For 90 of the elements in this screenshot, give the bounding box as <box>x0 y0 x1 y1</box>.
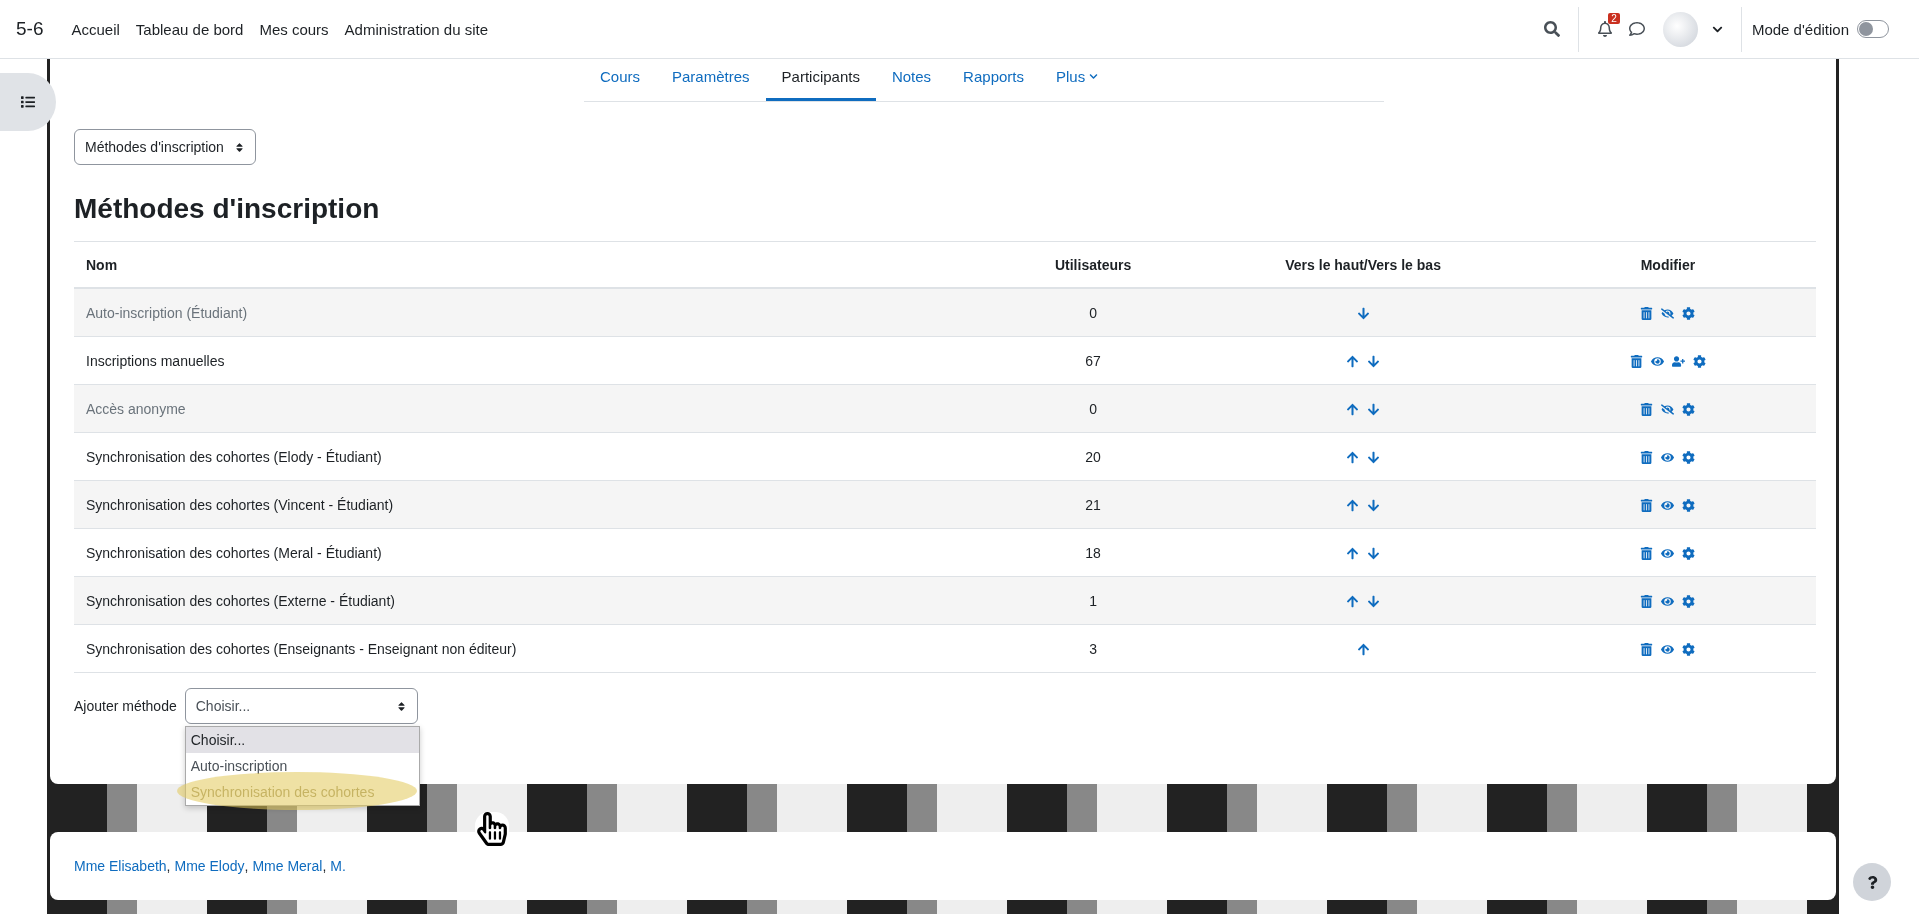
add-method-label: Ajouter méthode <box>74 698 177 714</box>
question-mark-icon <box>1865 875 1879 889</box>
user-count: 67 <box>979 336 1207 385</box>
arrow-up-icon[interactable] <box>1346 595 1360 609</box>
sort-caret-icon <box>395 700 407 712</box>
arrow-up-icon[interactable] <box>1346 355 1360 369</box>
comma-separator: , <box>244 858 249 874</box>
help-button[interactable] <box>1853 863 1891 901</box>
page-title: Méthodes d'inscription <box>74 193 381 225</box>
search-icon[interactable] <box>1543 21 1560 37</box>
settings-icon[interactable] <box>1682 595 1696 609</box>
nav-tab[interactable]: Paramètres <box>656 59 766 101</box>
settings-icon[interactable] <box>1682 451 1696 465</box>
list-icon <box>21 95 35 109</box>
nav-link[interactable]: Mes cours <box>259 20 329 38</box>
method-name: Auto-inscription (Étudiant) <box>74 288 980 337</box>
user-count: 1 <box>979 576 1207 625</box>
user-count: 18 <box>979 528 1207 577</box>
method-name: Synchronisation des cohortes (Elody - Étudiant) <box>74 432 980 481</box>
user-count: 0 <box>979 384 1207 433</box>
arrow-up-icon[interactable] <box>1346 499 1360 513</box>
user-count: 21 <box>979 480 1207 529</box>
eye-icon[interactable] <box>1661 595 1675 609</box>
teacher-link[interactable]: M. <box>330 858 346 874</box>
nav-link[interactable]: Accueil <box>71 20 120 38</box>
bell-icon[interactable] <box>1596 21 1613 37</box>
dropdown-option[interactable]: Auto-inscription <box>185 753 419 779</box>
method-name: Inscriptions manuelles <box>74 336 980 385</box>
trash-icon[interactable] <box>1640 499 1654 513</box>
user-count: 20 <box>979 432 1207 481</box>
trash-icon[interactable] <box>1640 547 1654 561</box>
eye-slash-icon[interactable] <box>1661 307 1675 321</box>
nav-tab[interactable]: Notes <box>875 59 948 101</box>
eye-slash-icon[interactable] <box>1661 403 1675 417</box>
comma-separator: , <box>322 858 327 874</box>
arrow-down-icon[interactable] <box>1367 451 1381 465</box>
trash-icon[interactable] <box>1640 643 1654 657</box>
arrow-down-icon[interactable] <box>1367 547 1381 561</box>
nav-link[interactable]: Tableau de bord <box>135 20 244 38</box>
edit-mode-switch[interactable] <box>1857 20 1889 38</box>
eye-icon[interactable] <box>1661 643 1675 657</box>
arrow-down-icon[interactable] <box>1367 499 1381 513</box>
trash-icon[interactable] <box>1629 355 1643 369</box>
eye-icon[interactable] <box>1661 547 1675 561</box>
nav-tab[interactable]: Cours <box>584 59 656 101</box>
settings-icon[interactable] <box>1682 499 1696 513</box>
nav-link[interactable]: Administration du site <box>344 20 488 38</box>
arrow-up-icon[interactable] <box>1356 643 1370 657</box>
method-name: Synchronisation des cohortes (Externe - Étudiant) <box>74 576 980 625</box>
nav-tab[interactable]: Rapports <box>947 59 1040 101</box>
drawer-toggle-button[interactable] <box>0 73 56 131</box>
user-count: 3 <box>979 624 1207 673</box>
teacher-link[interactable]: Mme Elisabeth <box>74 858 167 874</box>
method-name: Synchronisation des cohortes (Vincent - Étudiant) <box>74 480 980 529</box>
user-plus-icon[interactable] <box>1671 355 1685 369</box>
arrow-up-icon[interactable] <box>1346 547 1360 561</box>
method-name: Accès anonyme <box>74 384 980 433</box>
settings-icon[interactable] <box>1682 307 1696 321</box>
add-method-select[interactable]: Choisir... <box>184 688 418 724</box>
nav-tab[interactable]: Participants <box>765 59 876 101</box>
method-name: Synchronisation des cohortes (Meral - Étudiant) <box>74 528 980 577</box>
settings-icon[interactable] <box>1682 643 1696 657</box>
arrow-down-icon[interactable] <box>1367 595 1381 609</box>
settings-icon[interactable] <box>1692 355 1706 369</box>
settings-icon[interactable] <box>1682 547 1696 561</box>
arrow-down-icon[interactable] <box>1356 307 1370 321</box>
comma-separator: , <box>166 858 171 874</box>
trash-icon[interactable] <box>1640 403 1654 417</box>
sort-caret-icon <box>233 141 245 153</box>
trash-icon[interactable] <box>1640 595 1654 609</box>
method-name: Synchronisation des cohortes (Enseignants - Enseignant non éditeur) <box>74 624 980 673</box>
user-count: 0 <box>979 288 1207 337</box>
arrow-down-icon[interactable] <box>1367 355 1381 369</box>
eye-icon[interactable] <box>1661 451 1675 465</box>
nav-tab[interactable]: Plus <box>1040 59 1115 101</box>
trash-icon[interactable] <box>1640 307 1654 321</box>
dropdown-option[interactable]: Choisir... <box>185 727 419 753</box>
arrow-down-icon[interactable] <box>1367 403 1381 417</box>
eye-icon[interactable] <box>1661 499 1675 513</box>
site-name[interactable]: 5-6 <box>16 18 44 40</box>
eye-icon[interactable] <box>1650 355 1664 369</box>
edit-mode-label: Mode d'édition <box>1751 20 1849 38</box>
teacher-link[interactable]: Mme Elody <box>174 858 245 874</box>
arrow-up-icon[interactable] <box>1346 403 1360 417</box>
arrow-up-icon[interactable] <box>1346 451 1360 465</box>
chat-bubble-icon[interactable] <box>1628 21 1645 37</box>
page-select[interactable]: Méthodes d'inscription <box>74 129 256 165</box>
notification-badge: 2 <box>1608 13 1620 24</box>
trash-icon[interactable] <box>1640 451 1654 465</box>
settings-icon[interactable] <box>1682 403 1696 417</box>
